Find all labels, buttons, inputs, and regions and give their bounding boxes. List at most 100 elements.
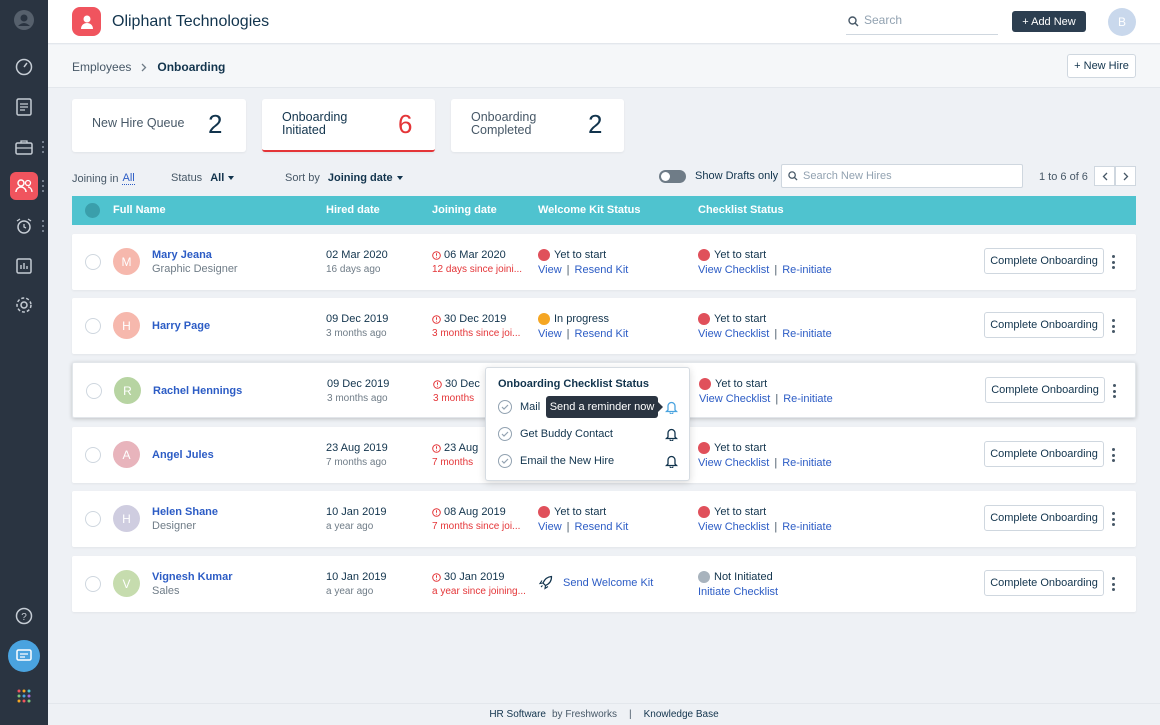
new-hire-search-input[interactable] — [803, 170, 1013, 182]
more-options-icon[interactable] — [1110, 577, 1116, 591]
resend-kit-link[interactable]: Resend Kit — [575, 328, 629, 340]
employee-name-link[interactable]: Angel Jules — [152, 449, 214, 461]
col-checklist[interactable]: Checklist Status — [698, 204, 784, 216]
complete-onboarding-button[interactable]: Complete Onboarding — [984, 505, 1104, 531]
table-row[interactable]: M Mary Jeana Graphic Designer 02 Mar 2020 16… — [72, 234, 1136, 290]
resend-kit-link[interactable]: Resend Kit — [575, 521, 629, 533]
reinitiate-link[interactable]: Re-initiate — [782, 264, 832, 276]
user-avatar[interactable]: B — [1108, 8, 1136, 36]
col-full-name[interactable]: Full Name — [113, 204, 166, 216]
more-options-icon[interactable] — [1111, 384, 1117, 398]
people-icon[interactable] — [10, 172, 38, 200]
card-new-hire-queue[interactable]: New Hire Queue 2 — [72, 99, 246, 152]
view-checklist-link[interactable]: View Checklist — [698, 457, 769, 469]
employee-name-link[interactable]: Rachel Hennings — [153, 385, 242, 397]
complete-onboarding-button[interactable]: Complete Onboarding — [985, 377, 1105, 403]
add-new-button[interactable]: + Add New — [1012, 11, 1086, 32]
complete-onboarding-button[interactable]: Complete Onboarding — [984, 248, 1104, 274]
complete-onboarding-button[interactable]: Complete Onboarding — [984, 312, 1104, 338]
new-hire-button[interactable]: + New Hire — [1067, 54, 1136, 78]
view-checklist-link[interactable]: View Checklist — [698, 264, 769, 276]
col-welcome-kit[interactable]: Welcome Kit Status — [538, 204, 641, 216]
more-options-icon[interactable] — [1110, 255, 1116, 269]
dashboard-icon[interactable] — [10, 53, 38, 81]
employee-name-link[interactable]: Helen Shane — [152, 506, 218, 518]
knowledge-base-link[interactable]: Knowledge Base — [644, 709, 719, 720]
reinitiate-link[interactable]: Re-initiate — [782, 328, 832, 340]
settings-icon[interactable] — [10, 291, 38, 319]
complete-onboarding-button[interactable]: Complete Onboarding — [984, 441, 1104, 467]
row-select-radio[interactable] — [86, 383, 102, 399]
card-onboarding-initiated[interactable]: Onboarding Initiated 6 — [262, 99, 435, 152]
people-more-icon[interactable] — [41, 180, 44, 192]
row-select-radio[interactable] — [85, 576, 101, 592]
hired-date: 09 Dec 2019 — [326, 313, 389, 325]
row-select-radio[interactable] — [85, 318, 101, 334]
employee-name-link[interactable]: Vignesh Kumar — [152, 571, 233, 583]
app-title: Oliphant Technologies — [112, 13, 270, 30]
alarm-more-icon[interactable] — [41, 220, 44, 232]
status-filter[interactable]: Status All — [171, 172, 235, 184]
employee-name-link[interactable]: Mary Jeana — [152, 249, 212, 261]
checklist-item[interactable]: Get Buddy Contact — [498, 427, 613, 441]
send-welcome-kit[interactable]: Send Welcome Kit — [538, 575, 653, 590]
card-onboarding-completed[interactable]: Onboarding Completed 2 — [451, 99, 624, 152]
chat-icon[interactable] — [8, 640, 40, 672]
view-kit-link[interactable]: View — [538, 328, 562, 340]
resend-kit-link[interactable]: Resend Kit — [575, 264, 629, 276]
briefcase-icon[interactable] — [10, 133, 38, 161]
row-select-radio[interactable] — [85, 511, 101, 527]
breadcrumb-current: Onboarding — [157, 60, 226, 74]
more-options-icon[interactable] — [1110, 512, 1116, 526]
status-dot — [538, 506, 550, 518]
view-checklist-link[interactable]: View Checklist — [698, 328, 769, 340]
col-hired-date[interactable]: Hired date — [326, 204, 380, 216]
reinitiate-link[interactable]: Re-initiate — [782, 521, 832, 533]
reinitiate-link[interactable]: Re-initiate — [783, 393, 833, 405]
drafts-toggle[interactable] — [659, 170, 686, 183]
view-kit-link[interactable]: View — [538, 521, 562, 533]
table-row[interactable]: V Vignesh Kumar Sales 10 Jan 2019 a year ago… — [72, 556, 1136, 612]
global-search-input[interactable] — [864, 13, 994, 27]
table-row[interactable]: H Harry Page 09 Dec 2019 3 months ago 30 Dec… — [72, 298, 1136, 354]
reports-icon[interactable] — [10, 252, 38, 280]
more-options-icon[interactable] — [1110, 448, 1116, 462]
sort-filter[interactable]: Sort by Joining date — [285, 172, 403, 184]
view-checklist-link[interactable]: View Checklist — [699, 393, 770, 405]
table-row[interactable]: H Helen Shane Designer 10 Jan 2019 a year ag… — [72, 491, 1136, 547]
select-all-checkbox[interactable] — [85, 203, 100, 218]
bell-icon[interactable] — [665, 454, 678, 468]
new-hire-search[interactable] — [781, 164, 1023, 188]
tasks-icon[interactable] — [10, 93, 38, 121]
bell-icon[interactable] — [665, 427, 678, 441]
breadcrumb-employees[interactable]: Employees — [72, 60, 131, 74]
footer-brand: HR Software — [489, 709, 546, 720]
more-options-icon[interactable] — [1110, 319, 1116, 333]
checklist-item[interactable]: Email the New Hire — [498, 454, 614, 468]
employee-name-link[interactable]: Harry Page — [152, 320, 210, 332]
next-page-button[interactable] — [1115, 166, 1136, 186]
complete-onboarding-button[interactable]: Complete Onboarding — [984, 570, 1104, 596]
checklist-item[interactable]: Mail — [498, 400, 540, 414]
row-select-radio[interactable] — [85, 447, 101, 463]
app-switcher-icon[interactable] — [10, 682, 38, 710]
briefcase-more-icon[interactable] — [41, 141, 44, 153]
joining-value[interactable]: All — [122, 172, 135, 185]
send-welcome-kit-link[interactable]: Send Welcome Kit — [563, 577, 653, 589]
global-search[interactable] — [846, 10, 998, 35]
prev-page-button[interactable] — [1094, 166, 1115, 186]
joining-note: 7 months — [432, 457, 474, 468]
reinitiate-link[interactable]: Re-initiate — [782, 457, 832, 469]
status-value[interactable]: All — [210, 172, 224, 184]
col-joining-date[interactable]: Joining date — [432, 204, 497, 216]
bell-icon[interactable] — [665, 400, 678, 414]
alarm-icon[interactable] — [10, 212, 38, 240]
joining-filter[interactable]: Joining in All — [72, 172, 135, 185]
profile-icon[interactable] — [10, 6, 38, 34]
initiate-checklist-link[interactable]: Initiate Checklist — [698, 586, 778, 598]
view-kit-link[interactable]: View — [538, 264, 562, 276]
row-select-radio[interactable] — [85, 254, 101, 270]
help-icon[interactable]: ? — [10, 602, 38, 630]
view-checklist-link[interactable]: View Checklist — [698, 521, 769, 533]
sort-value[interactable]: Joining date — [328, 172, 393, 184]
